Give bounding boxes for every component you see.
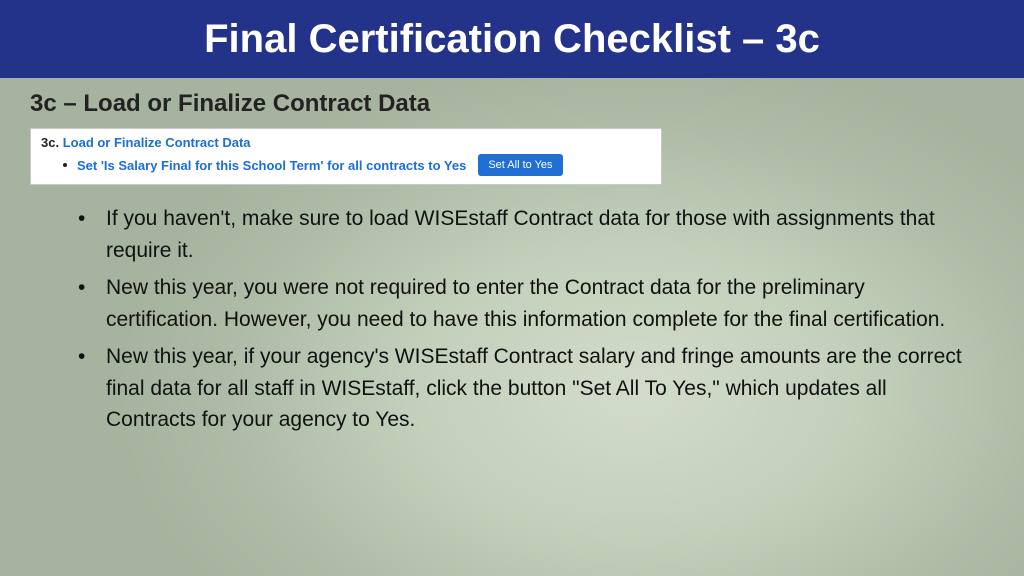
section-subtitle: 3c – Load or Finalize Contract Data bbox=[30, 90, 994, 118]
list-item: If you haven't, make sure to load WISEst… bbox=[78, 203, 974, 266]
snippet-step-number: 3c. bbox=[41, 135, 59, 150]
list-item: New this year, you were not required to … bbox=[78, 272, 974, 335]
snippet-header: 3c. Load or Finalize Contract Data bbox=[41, 135, 651, 150]
slide-title: Final Certification Checklist – 3c bbox=[204, 17, 820, 62]
content-area: 3c – Load or Finalize Contract Data 3c. … bbox=[0, 78, 1024, 436]
snippet-action-row: Set 'Is Salary Final for this School Ter… bbox=[41, 154, 651, 176]
snippet-link[interactable]: Load or Finalize Contract Data bbox=[63, 135, 251, 150]
list-item: New this year, if your agency's WISEstaf… bbox=[78, 341, 974, 436]
slide: Final Certification Checklist – 3c 3c – … bbox=[0, 0, 1024, 576]
title-bar: Final Certification Checklist – 3c bbox=[0, 0, 1024, 78]
bullet-list: If you haven't, make sure to load WISEst… bbox=[30, 203, 994, 436]
ui-snippet: 3c. Load or Finalize Contract Data Set '… bbox=[30, 128, 662, 185]
set-all-to-yes-button[interactable]: Set All to Yes bbox=[478, 154, 562, 176]
bullet-icon bbox=[63, 163, 67, 167]
snippet-action-text[interactable]: Set 'Is Salary Final for this School Ter… bbox=[77, 158, 466, 173]
